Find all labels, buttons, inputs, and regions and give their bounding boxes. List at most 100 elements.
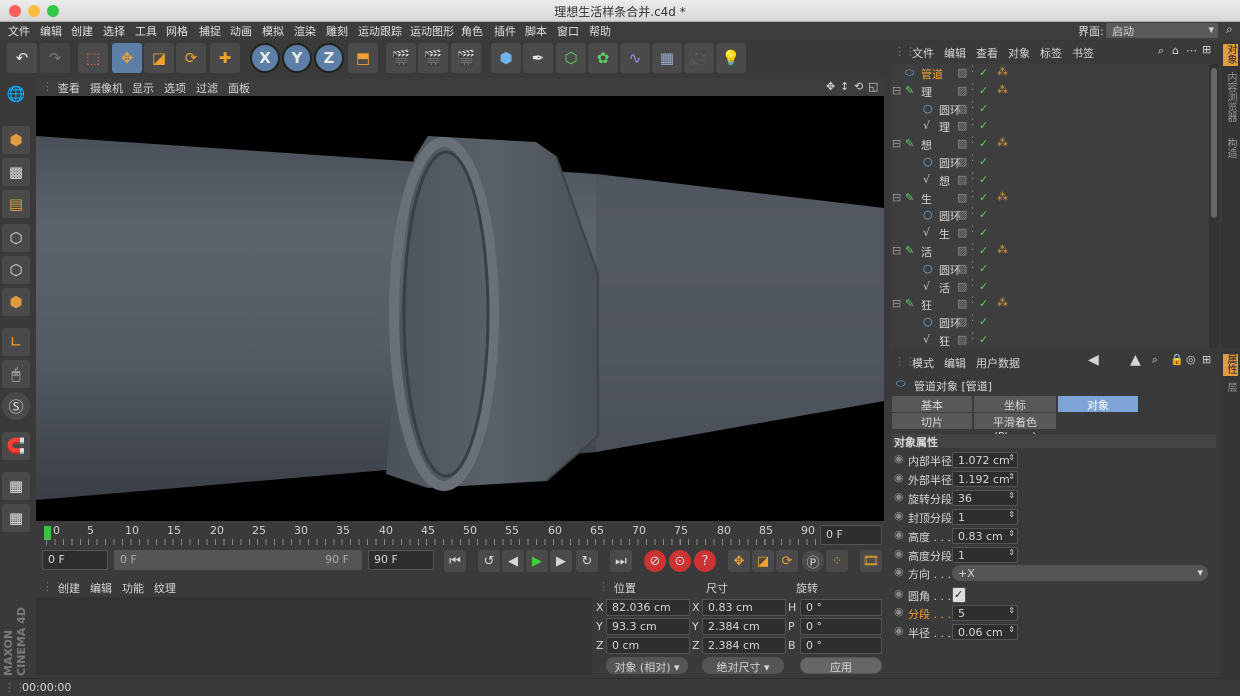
key-parameter-button[interactable]: Ⓟ	[802, 550, 824, 572]
rot-p-field[interactable]: 0 °	[800, 618, 882, 635]
redo-button[interactable]: ↷	[40, 43, 70, 73]
recent-tool-button[interactable]: ✚	[210, 43, 240, 73]
key-scale-button[interactable]: ◪	[752, 550, 774, 572]
viewport-menu-options[interactable]: 选项	[164, 80, 186, 96]
menu-file[interactable]: 文件	[8, 23, 30, 39]
tab-basic[interactable]: 基本	[892, 396, 972, 412]
layer-icon[interactable]: ▨	[957, 137, 967, 150]
animate-radio-icon[interactable]: ◉	[894, 587, 904, 600]
search-icon[interactable]: ⌕	[1226, 22, 1233, 37]
points-mode-button[interactable]: ⬡	[2, 224, 30, 252]
new-panel-icon[interactable]: ⊞	[1202, 353, 1211, 366]
texture-mode-button[interactable]: ▩	[2, 158, 30, 186]
obj-menu-edit[interactable]: 编辑	[944, 45, 966, 61]
layer-icon[interactable]: ▨	[957, 244, 967, 257]
enabled-check-icon[interactable]: ✓	[979, 244, 988, 257]
animate-radio-icon[interactable]: ◉	[894, 547, 904, 560]
axis-mode-button[interactable]: ∟	[2, 328, 30, 356]
object-name[interactable]: 想	[921, 137, 932, 153]
animate-radio-icon[interactable]: ◉	[894, 565, 904, 578]
keyframe-selection-button[interactable]: ?	[694, 550, 716, 572]
render-view-button[interactable]: 🎬	[386, 43, 416, 73]
lock-icon[interactable]: 🔒	[1170, 353, 1184, 366]
object-list[interactable]: ⬭ 管道 ▨ ⁚ ✓ ⁂ ⊟ ✎ 理 ▨ ⁚ ✓ ⁂ ○ 圆环 ▨ ⁚ ✓ √ 理 ▨ ⁚ ✓ ⊟ ✎ 想 ▨ ⁚ ✓ ⁂ ○ 圆环 ▨ ⁚ ✓ √ 想…	[891, 64, 1209, 348]
attribute-field[interactable]: 36 ⇕	[952, 490, 1018, 506]
layer-icon[interactable]: ▨	[957, 155, 967, 168]
workplane-lock-button[interactable]: ▦	[2, 472, 30, 500]
object-row[interactable]: √ 狂 ▨ ⁚ ✓	[891, 331, 1209, 349]
timeline-ruler[interactable]: 0 5 10 15 20 25 30 35 40 45 50 55 60 65 …	[36, 522, 884, 548]
visibility-dots-icon[interactable]: ⁚	[971, 118, 974, 128]
collapse-toggle-icon[interactable]: ⊟	[892, 191, 901, 204]
pos-y-field[interactable]: 93.3 cm	[606, 618, 690, 635]
object-name[interactable]: 理	[921, 84, 932, 100]
visibility-dots-icon[interactable]: ⁚	[971, 83, 974, 93]
object-name[interactable]: 生	[921, 191, 932, 207]
menu-script[interactable]: 脚本	[525, 23, 547, 39]
attr-menu-edit[interactable]: 编辑	[944, 355, 966, 371]
viewport-menu-panel[interactable]: 面板	[228, 80, 250, 96]
visibility-dots-icon[interactable]: ⁚	[971, 225, 974, 235]
play-button[interactable]: ▶	[526, 550, 548, 572]
enabled-check-icon[interactable]: ✓	[979, 191, 988, 204]
menu-simulate[interactable]: 模拟	[262, 23, 284, 39]
enabled-check-icon[interactable]: ✓	[979, 315, 988, 328]
cloner-button[interactable]: ✿	[588, 43, 618, 73]
viewport-menu-display[interactable]: 显示	[132, 80, 154, 96]
stepper-icon[interactable]: ⇕	[1008, 606, 1015, 615]
cube-button[interactable]: ⬢	[491, 43, 521, 73]
object-name[interactable]: 狂	[939, 333, 950, 349]
stepper-icon[interactable]: ⇕	[1008, 625, 1015, 634]
pos-z-field[interactable]: 0 cm	[606, 637, 690, 654]
size-z-field[interactable]: 2.384 cm	[702, 637, 786, 654]
side-tab-objects[interactable]: 对象	[1223, 44, 1238, 66]
layer-icon[interactable]: ▨	[957, 102, 967, 115]
tag-icon[interactable]: ⁂	[997, 296, 1008, 309]
menu-animate[interactable]: 动画	[230, 23, 252, 39]
obj-menu-tags[interactable]: 标签	[1040, 45, 1062, 61]
scale-tool-button[interactable]: ◪	[144, 43, 174, 73]
side-tab-attributes[interactable]: 属性	[1223, 354, 1238, 376]
object-list-scrollbar[interactable]	[1209, 64, 1219, 348]
tag-icon[interactable]: ⁂	[997, 65, 1008, 78]
layer-icon[interactable]: ▨	[957, 119, 967, 132]
enabled-check-icon[interactable]: ✓	[979, 102, 988, 115]
collapse-toggle-icon[interactable]: ⊟	[892, 137, 901, 150]
side-tab-structure[interactable]: 构造	[1223, 138, 1238, 168]
rot-h-field[interactable]: 0 °	[800, 599, 882, 616]
enabled-check-icon[interactable]: ✓	[979, 84, 988, 97]
tag-icon[interactable]: ⁂	[997, 190, 1008, 203]
stepper-icon[interactable]: ⇕	[1008, 472, 1015, 481]
rotate-tool-button[interactable]: ⟳	[176, 43, 206, 73]
animate-radio-icon[interactable]: ◉	[894, 624, 904, 637]
tab-slice[interactable]: 切片	[892, 413, 972, 429]
layer-icon[interactable]: ▨	[957, 262, 967, 275]
camera-button[interactable]: 🎥	[684, 43, 714, 73]
back-arrow-icon[interactable]: ◀	[1088, 352, 1099, 368]
visibility-dots-icon[interactable]: ⁚	[971, 207, 974, 217]
go-to-start-button[interactable]: ⏮	[444, 550, 466, 572]
menu-edit[interactable]: 编辑	[40, 23, 62, 39]
attr-menu-mode[interactable]: 模式	[912, 355, 934, 371]
current-frame-field[interactable]: 0 F	[820, 525, 882, 545]
visibility-dots-icon[interactable]: ⁚	[971, 332, 974, 342]
layer-icon[interactable]: ▨	[957, 173, 967, 186]
autokey-button[interactable]: ⊙	[669, 550, 691, 572]
layer-icon[interactable]: ▨	[957, 226, 967, 239]
layer-icon[interactable]: ▨	[957, 208, 967, 221]
object-name[interactable]: 想	[939, 173, 950, 189]
visibility-dots-icon[interactable]: ⁚	[971, 314, 974, 324]
tab-coord[interactable]: 坐标	[974, 396, 1056, 412]
layer-icon[interactable]: ▨	[957, 297, 967, 310]
visibility-dots-icon[interactable]: ⁚	[971, 261, 974, 271]
menu-mograph[interactable]: 运动图形	[410, 23, 454, 39]
obj-menu-bookmarks[interactable]: 书签	[1072, 45, 1094, 61]
object-row[interactable]: √ 想 ▨ ⁚ ✓	[891, 171, 1209, 189]
material-menu-edit[interactable]: 编辑	[90, 580, 112, 596]
end-frame-field[interactable]: 90 F	[368, 550, 434, 570]
enabled-check-icon[interactable]: ✓	[979, 333, 988, 346]
viewport-menu-view[interactable]: 查看	[58, 80, 80, 96]
enabled-check-icon[interactable]: ✓	[979, 262, 988, 275]
light-button[interactable]: 💡	[716, 43, 746, 73]
enabled-check-icon[interactable]: ✓	[979, 297, 988, 310]
